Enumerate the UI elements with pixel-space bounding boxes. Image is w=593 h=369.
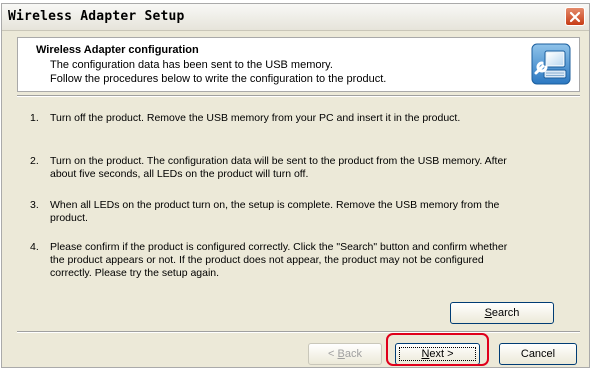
step-text-line: about five seconds, all LEDs on the prod… bbox=[50, 168, 309, 180]
header-title: Wireless Adapter configuration bbox=[36, 44, 199, 56]
step-number: 2. bbox=[30, 155, 39, 167]
step-1: 1. Turn off the product. Remove the USB … bbox=[30, 112, 560, 125]
title-bar[interactable]: Wireless Adapter Setup bbox=[2, 4, 589, 31]
back-button-label: ack bbox=[344, 348, 362, 360]
step-text-line: When all LEDs on the product turn on, th… bbox=[50, 199, 500, 211]
computer-wrench-icon bbox=[531, 43, 571, 85]
step-number: 1. bbox=[30, 112, 39, 124]
cancel-button-label: Cancel bbox=[520, 348, 556, 360]
step-text-line: product. bbox=[50, 212, 88, 224]
header-separator bbox=[17, 95, 580, 97]
back-button-prefix: < bbox=[328, 348, 338, 360]
close-icon bbox=[569, 11, 581, 22]
header-panel: Wireless Adapter configuration The confi… bbox=[17, 37, 580, 92]
search-button-mnemonic: S bbox=[484, 307, 492, 319]
step-text-line: Turn on the product. The configuration d… bbox=[50, 155, 507, 167]
next-button-highlight bbox=[386, 333, 489, 366]
cancel-button[interactable]: Cancel bbox=[499, 343, 577, 365]
step-2: 2. Turn on the product. The configuratio… bbox=[30, 155, 560, 181]
window-title: Wireless Adapter Setup bbox=[8, 9, 185, 24]
close-button[interactable] bbox=[565, 7, 585, 26]
header-description-line-2: Follow the procedures below to write the… bbox=[50, 73, 387, 85]
search-button[interactable]: Search bbox=[450, 302, 554, 324]
step-text-line: the product appears or not. If the produ… bbox=[50, 254, 484, 266]
step-number: 4. bbox=[30, 241, 39, 253]
footer-separator bbox=[17, 331, 580, 333]
step-number: 3. bbox=[30, 199, 39, 211]
header-description-line-1: The configuration data has been sent to … bbox=[50, 59, 333, 71]
back-button-mnemonic: B bbox=[337, 348, 345, 360]
back-button[interactable]: < Back bbox=[308, 343, 382, 365]
step-text-line: Please confirm if the product is configu… bbox=[50, 241, 508, 253]
step-text-line: Turn off the product. Remove the USB mem… bbox=[50, 112, 461, 124]
step-text-line: correctly. Please try the setup again. bbox=[50, 267, 220, 279]
search-button-label: earch bbox=[491, 307, 520, 319]
step-3: 3. When all LEDs on the product turn on,… bbox=[30, 199, 560, 225]
setup-dialog: Wireless Adapter Setup Wireless Adapter … bbox=[1, 3, 590, 368]
step-4: 4. Please confirm if the product is conf… bbox=[30, 241, 560, 280]
